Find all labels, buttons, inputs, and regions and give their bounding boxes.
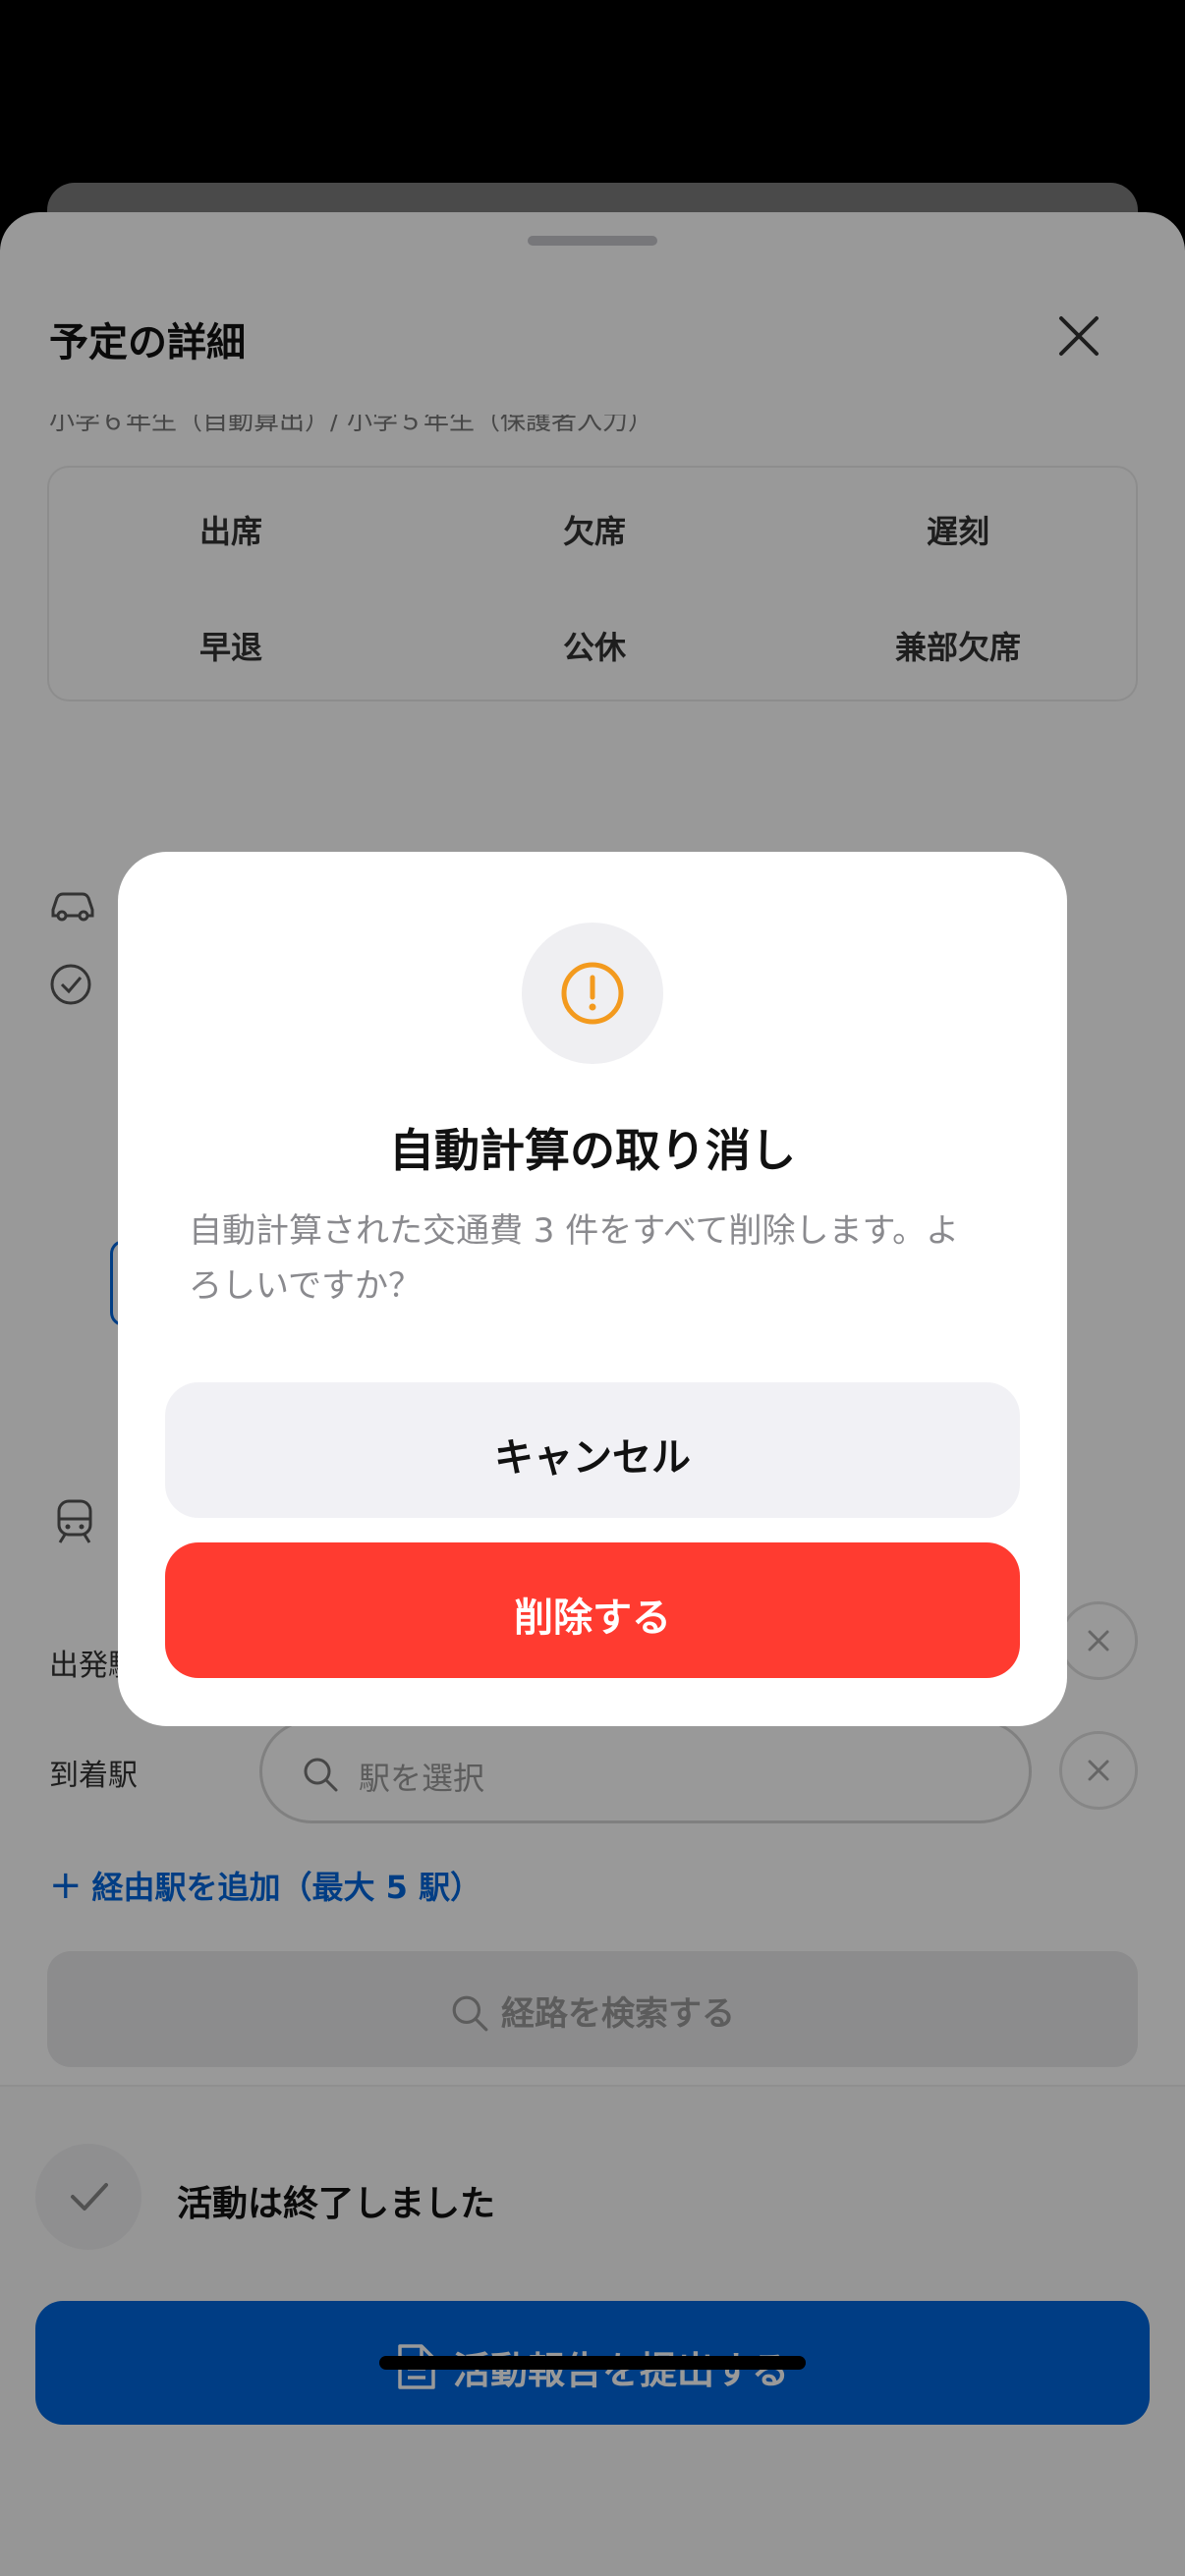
delete-label: 削除する [514,1596,671,1641]
warning-badge [522,923,663,1064]
delete-button[interactable]: 削除する [165,1542,1020,1678]
warning-icon [561,962,624,1025]
home-indicator[interactable] [379,2356,806,2370]
dialog-title: 自動計算の取り消し [389,1124,796,1177]
dialog-message: 自動計算された交通費 3 件をすべて削除します。よろしいですか？ [189,1211,960,1306]
confirm-dialog: 自動計算の取り消し 自動計算された交通費 3 件をすべて削除します。よろしいです… [118,852,1067,1726]
cancel-button[interactable]: キャンセル [165,1382,1020,1518]
cancel-label: キャンセル [494,1435,691,1481]
